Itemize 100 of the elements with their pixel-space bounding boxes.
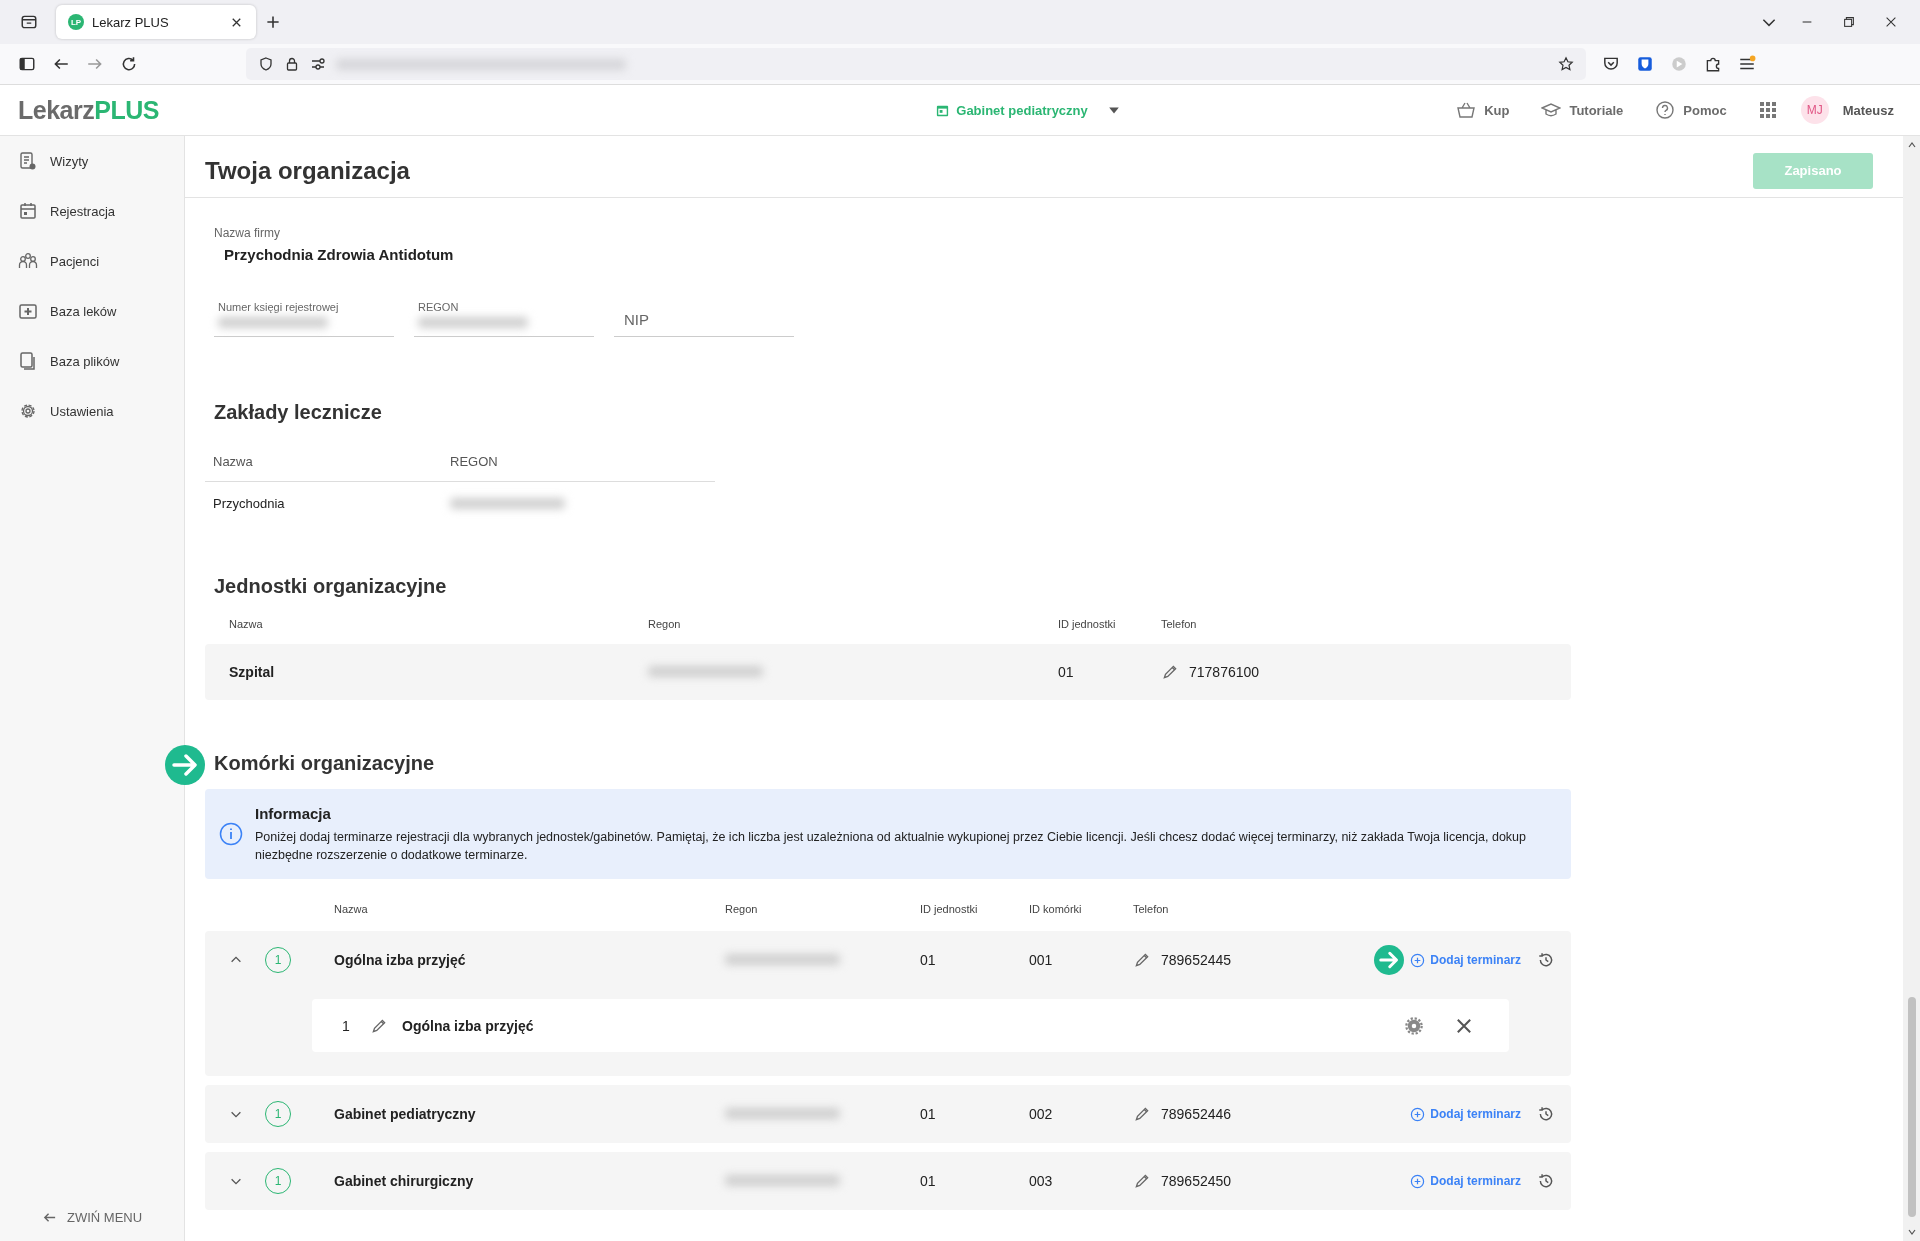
column-header: ID komórki [1029,903,1083,915]
pocket-icon[interactable] [1602,55,1620,73]
sidebar-item[interactable]: Baza plików [0,336,184,386]
sidebar-item[interactable]: Ustawienia [0,386,184,436]
info-text: Poniżej dodaj terminarze rejestracji dla wybranych jednostek/gabinetów. Pamiętaj, że ich liczba jest uzależniona od aktualnie wykupionej przez Ciebie licencji. Jeśli chcesz dodać więcej terminarzy, niż zakłada Twoja licencja, dokup niezbędne rozszerzenie o dodatkowe terminarze. [255,828,1528,864]
add-calendar-link[interactable]: Dodaj terminarz [1410,1106,1521,1122]
user-name[interactable]: Mateusz [1842,102,1894,118]
sidebar-item[interactable]: Baza leków [0,286,184,336]
section-heading: Zakłady lecznicze [214,401,383,424]
table-cell-text: 01 [920,1106,937,1122]
sidebar-item[interactable]: Rejestracja [0,186,184,236]
files-icon [18,351,38,371]
section-heading: Jednostki organizacyjne [214,575,448,598]
scrollbar-thumb[interactable] [1907,997,1916,1217]
avatar[interactable]: MJ [1800,96,1829,124]
favicon: LP [68,14,84,30]
shield-extension-icon[interactable] [1636,55,1654,73]
medical-kit-icon [18,301,38,321]
scrollbar[interactable] [1903,136,1920,1241]
nav-link[interactable]: Tutoriale [1541,100,1624,120]
permissions-icon [310,56,326,72]
browser-tab[interactable]: LP Lekarz PLUS [56,5,256,39]
reload-icon[interactable] [120,55,138,73]
lock-icon [284,56,300,72]
scroll-up-icon[interactable] [1906,140,1917,150]
plus-circle-icon [1410,952,1426,968]
input-field[interactable]: Numer księgi rejestrowej [214,295,394,337]
phone-number: 789652450 [1161,1173,1232,1189]
phone-number: 789652446 [1161,1106,1232,1122]
field-label: Numer księgi rejestrowej [218,301,340,313]
nav-link[interactable]: Kup [1456,100,1510,120]
collapse-menu-button[interactable]: ZWIŃ MENU [42,1210,184,1225]
puzzle-icon[interactable] [1704,55,1722,73]
calendar-name: Ogólna izba przyjęć [402,1017,534,1034]
column-header: Regon [648,618,682,630]
document-check-icon [18,151,38,171]
sidebar-item[interactable]: Wizyty [0,136,184,186]
column-header: Telefon [1161,618,1198,630]
calendar-number: 1 [342,1017,351,1034]
plus-circle-icon [1410,1106,1426,1122]
table-cell-text: 002 [1029,1106,1054,1122]
basket-icon [1456,100,1477,120]
cell-name: Gabinet pediatryczny [333,1106,477,1122]
field-label: REGON [418,301,460,313]
pencil-icon[interactable] [1161,663,1179,681]
apps-grid-icon[interactable] [1758,101,1777,119]
field-label: Nazwa firmy [214,226,281,240]
restore-icon[interactable] [1842,15,1856,29]
column-header: Nazwa [333,903,369,915]
cell-name: Gabinet chirurgiczny [333,1173,475,1189]
address-field[interactable] [246,48,1586,80]
pencil-icon[interactable] [1133,1105,1151,1123]
settings-icon[interactable] [1405,1016,1423,1035]
placeholder: NIP [623,311,650,328]
column-header: ID jednostki [1058,618,1117,630]
column-header: Nazwa [229,618,264,630]
info-icon [219,822,243,846]
info-title: Informacja [255,804,332,822]
pencil-icon[interactable] [1133,1172,1151,1190]
table-cell-text: 003 [1029,1173,1054,1189]
history-icon[interactable] [1537,951,1555,969]
add-calendar-link[interactable]: Dodaj terminarz [1410,1173,1521,1189]
cell-name: Ogólna izba przyjęć [333,952,467,968]
plus-circle-icon [1410,1173,1426,1189]
new-tab-icon[interactable] [264,13,282,31]
sidebar-toggle-icon[interactable] [18,55,36,73]
column-header: ID jednostki [920,903,979,915]
close-icon[interactable] [1884,15,1898,29]
history-icon[interactable] [1537,1172,1555,1190]
table-cell-text: 01 [920,952,937,968]
column-header: REGON [450,454,499,469]
scroll-down-icon[interactable] [1906,1227,1917,1237]
table-cell-text: Przychodnia [213,496,286,511]
nav-link[interactable]: Pomoc [1655,100,1727,120]
input-field[interactable]: NIP [614,295,794,337]
sidebar-item[interactable]: Pacjenci [0,236,184,286]
phone-number: 717876100 [1189,664,1260,680]
section-heading: Komórki organizacyjne [214,752,436,775]
logo[interactable]: LekarzPLUS [18,95,159,125]
tab-list-icon[interactable] [20,13,38,31]
unit-name: Szpital [229,664,276,680]
help-icon [1655,100,1676,120]
table-cell-text: 01 [920,1173,937,1189]
table-cell-text: 001 [1029,952,1054,968]
page-title: Twoja organizacja [205,156,410,185]
table-cell-text: 01 [1058,664,1075,680]
phone-number: 789652445 [1161,952,1232,968]
column-header: Nazwa [213,454,254,469]
calendar-icon [18,201,38,221]
shield-icon [258,56,274,72]
column-header: Telefon [1133,903,1170,915]
star-icon[interactable] [1558,56,1574,72]
close-icon[interactable] [1455,1016,1473,1035]
history-icon[interactable] [1537,1105,1555,1123]
add-calendar-link[interactable]: Dodaj terminarz [1410,952,1521,968]
pencil-icon[interactable] [1133,951,1151,969]
company-name: Przychodnia Zdrowia Antidotum [224,246,455,263]
input-field[interactable]: REGON [414,295,594,337]
column-header: Regon [725,903,759,915]
people-icon [18,251,38,271]
